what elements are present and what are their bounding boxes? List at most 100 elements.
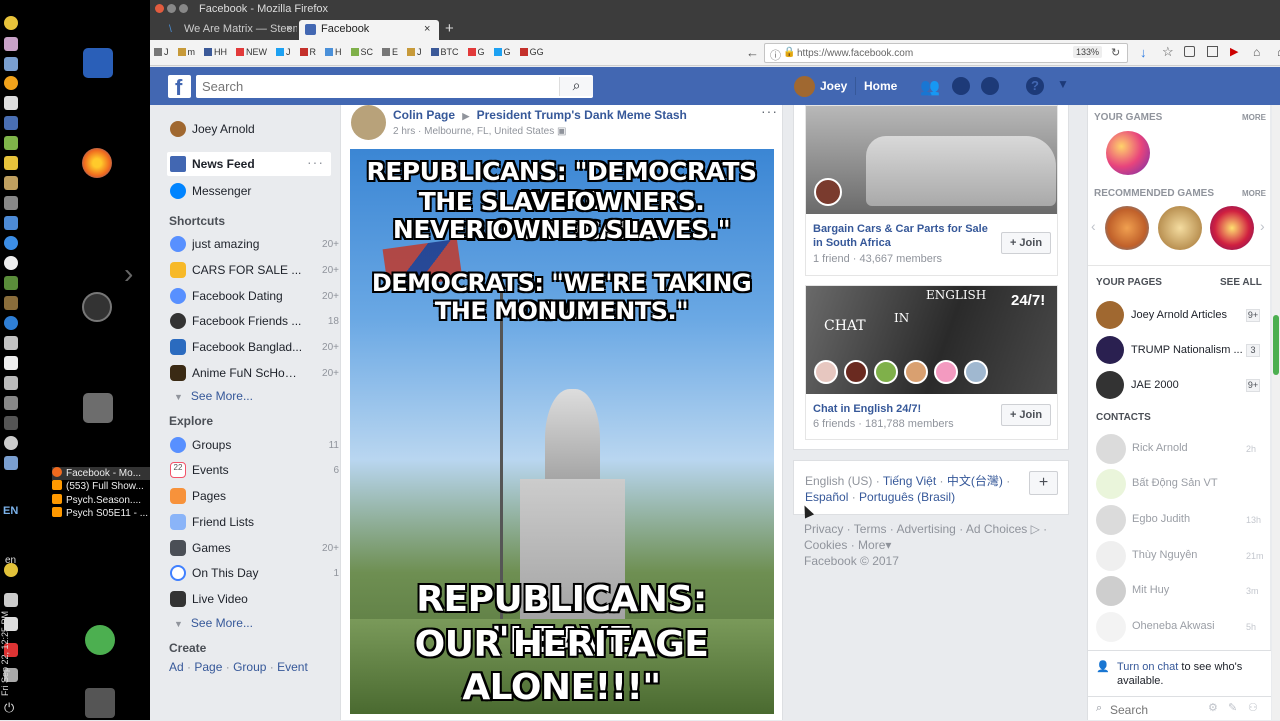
bookmark-item[interactable]: G: [493, 47, 511, 57]
app-icon[interactable]: [4, 336, 18, 350]
bookmark-item[interactable]: R: [299, 47, 316, 57]
taskbar-item[interactable]: Facebook - Mo...: [52, 467, 150, 480]
post-time[interactable]: 2 hrs: [393, 126, 415, 137]
app-icon[interactable]: [4, 196, 18, 210]
app-desktop-icon[interactable]: [82, 292, 112, 322]
youtube-icon[interactable]: ▶: [1230, 45, 1238, 58]
post-author-link[interactable]: Colin Page: [393, 108, 455, 122]
add-language-button[interactable]: +: [1029, 471, 1058, 495]
info-icon[interactable]: ⓘ: [770, 47, 781, 63]
facebook-logo-icon[interactable]: f: [168, 75, 191, 100]
app-icon[interactable]: [4, 256, 18, 270]
bookmark-item[interactable]: HH: [204, 47, 227, 57]
close-tab-icon[interactable]: ×: [424, 23, 430, 35]
app-icon[interactable]: [4, 436, 18, 450]
document-desktop-icon[interactable]: [83, 48, 113, 78]
tab-we-are-matrix[interactable]: \ We Are Matrix — Steem ×: [162, 20, 297, 40]
bookmark-item[interactable]: NEW: [236, 47, 267, 57]
notifications-globe-icon[interactable]: [981, 77, 999, 95]
language-link[interactable]: 中文(台灣): [947, 474, 1003, 488]
post-author-avatar[interactable]: [351, 105, 386, 140]
user-desktop-icon[interactable]: [85, 625, 115, 655]
maximize-window-icon[interactable]: [179, 4, 188, 13]
create-group-link[interactable]: Group: [233, 660, 266, 674]
app-icon[interactable]: [4, 16, 18, 30]
avatar[interactable]: [794, 76, 815, 97]
search-icon[interactable]: ⌕: [559, 77, 593, 96]
app-icon[interactable]: [4, 376, 18, 390]
post-image[interactable]: REPUBLICANS: "DEMOCRATS WERE THE SLAVE O…: [350, 149, 774, 714]
see-more-explore[interactable]: ▼ See More...: [174, 616, 253, 630]
app-icon[interactable]: [4, 216, 18, 230]
bookmark-item[interactable]: J: [276, 47, 291, 57]
sidebar-item-news-feed[interactable]: News Feed ···: [167, 152, 331, 176]
app-icon[interactable]: [4, 136, 18, 150]
new-tab-icon[interactable]: +: [445, 20, 454, 37]
create-page-link[interactable]: Page: [194, 660, 222, 674]
more-games-link[interactable]: MORE: [1242, 113, 1266, 122]
join-group-button[interactable]: + Join: [1001, 404, 1051, 426]
add-friends-icon[interactable]: ⚇: [1248, 701, 1258, 714]
bookmark-item[interactable]: G: [467, 47, 485, 57]
slots-game-icon[interactable]: [1210, 206, 1254, 250]
back-icon[interactable]: ←: [746, 45, 759, 60]
scrollbar[interactable]: [1272, 105, 1280, 720]
app-icon[interactable]: [4, 276, 18, 290]
see-more-shortcuts[interactable]: ▼ See More...: [174, 389, 253, 403]
bookmark-item[interactable]: GG: [519, 47, 544, 57]
bookmark-item[interactable]: m: [177, 47, 195, 57]
group-cover-image[interactable]: CHAT IN ENGLISH 24/7!: [806, 286, 1057, 394]
taskbar-item[interactable]: Psych.Season....: [52, 494, 150, 507]
post-options-icon[interactable]: ···: [761, 103, 778, 119]
post-location[interactable]: Melbourne, FL, United States: [424, 126, 554, 137]
app-icon[interactable]: [4, 96, 18, 110]
url-bar[interactable]: ⓘ 🔒 https://www.facebook.com 133% ↻: [764, 43, 1128, 63]
app-icon[interactable]: [4, 416, 18, 430]
turn-on-chat-link[interactable]: Turn on chat: [1117, 661, 1178, 673]
more-options-icon[interactable]: ···: [307, 154, 324, 170]
chevron-right-icon[interactable]: ›: [124, 258, 133, 290]
contact-item[interactable]: Thùy Nguyễn 21m: [1096, 539, 1271, 573]
profile-link[interactable]: Joey: [820, 79, 847, 93]
archive-desktop-icon[interactable]: [83, 393, 113, 423]
reload-icon[interactable]: ↻: [1111, 46, 1120, 59]
search-input[interactable]: [196, 75, 556, 98]
game-icon[interactable]: [1105, 206, 1149, 250]
contact-item[interactable]: Rick Arnold 2h: [1096, 432, 1271, 466]
close-tab-icon[interactable]: ×: [286, 23, 292, 35]
compose-icon[interactable]: ✎: [1228, 701, 1237, 714]
advertising-link[interactable]: Advertising: [896, 522, 955, 536]
app-icon[interactable]: [4, 236, 18, 250]
chevron-left-icon[interactable]: ‹: [1091, 218, 1096, 234]
firefox-desktop-icon[interactable]: [82, 148, 112, 178]
cookies-link[interactable]: Cookies: [804, 538, 847, 552]
contact-item[interactable]: Oheneba Akwasi 5h: [1096, 610, 1271, 644]
app-icon[interactable]: [4, 396, 18, 410]
app-icon[interactable]: [4, 57, 18, 71]
app-icon[interactable]: [4, 296, 18, 310]
page-item[interactable]: Joey Arnold Articles 9+: [1096, 301, 1264, 329]
library-icon[interactable]: [1184, 46, 1195, 57]
more-recommended-link[interactable]: MORE: [1242, 189, 1266, 198]
terms-link[interactable]: Terms: [854, 522, 887, 536]
minimize-window-icon[interactable]: [167, 4, 176, 13]
app-icon[interactable]: [4, 356, 18, 370]
app-icon[interactable]: [4, 156, 18, 170]
taskbar-item[interactable]: Psych S05E11 - ...: [52, 507, 150, 520]
contact-item[interactable]: Mit Huy 3m: [1096, 574, 1271, 608]
bookmark-item[interactable]: J: [154, 47, 169, 57]
keyboard-language[interactable]: EN: [3, 505, 18, 517]
page-item[interactable]: TRUMP Nationalism ... 3: [1096, 336, 1264, 364]
bitcoin-icon[interactable]: [4, 76, 18, 90]
create-ad-link[interactable]: Ad: [169, 660, 184, 674]
zoom-level[interactable]: 133%: [1073, 46, 1103, 58]
power-icon[interactable]: ⏻: [4, 700, 14, 716]
home-link[interactable]: Home: [864, 79, 897, 93]
privacy-link[interactable]: Privacy: [804, 522, 843, 536]
language-link[interactable]: Português (Brasil): [859, 490, 955, 504]
app-icon[interactable]: [4, 176, 18, 190]
bookmark-item[interactable]: SC: [350, 47, 373, 57]
see-all-pages-link[interactable]: SEE ALL: [1220, 277, 1262, 288]
language-link[interactable]: Español: [805, 490, 848, 504]
scrollbar-thumb[interactable]: [1273, 315, 1279, 375]
